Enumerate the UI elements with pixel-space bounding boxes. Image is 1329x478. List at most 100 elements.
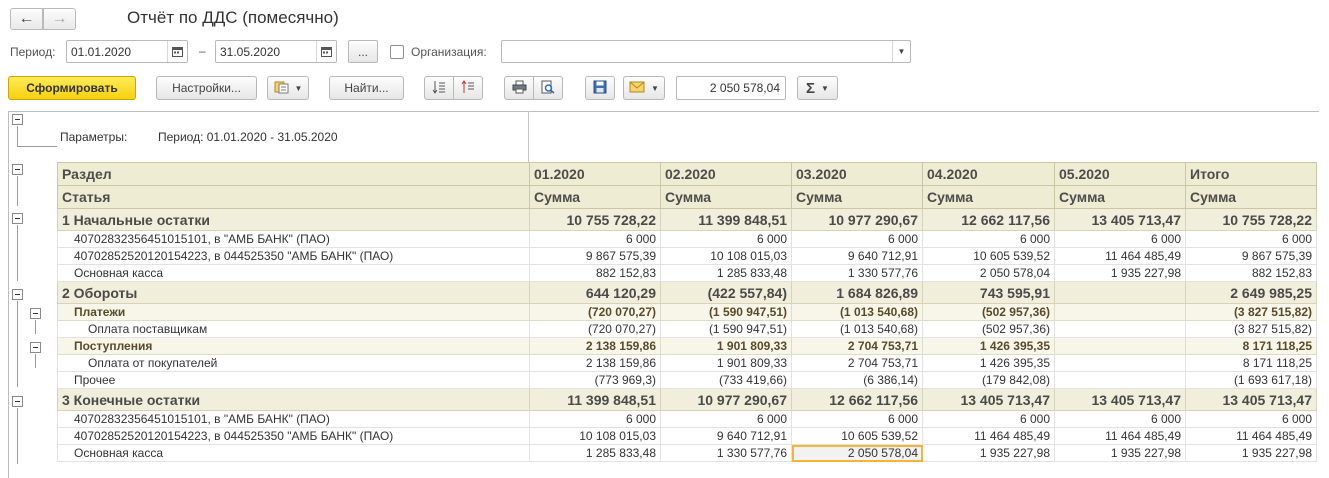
value-cell[interactable]: 1 901 809,33 xyxy=(660,337,792,355)
period-to-field[interactable]: 31.05.2020 xyxy=(215,40,337,63)
value-cell[interactable]: 12 662 117,56 xyxy=(791,388,923,411)
group-row[interactable]: Поступления 2 138 159,86 1 901 809,33 2 704… xyxy=(57,337,1317,355)
calendar-icon[interactable] xyxy=(167,41,187,62)
value-cell[interactable]: (179 842,08) xyxy=(922,371,1055,389)
value-cell[interactable]: 10 755 728,22 xyxy=(529,208,661,231)
value-cell[interactable]: (502 957,36) xyxy=(922,303,1055,321)
value-cell[interactable]: 10 108 015,03 xyxy=(529,427,661,445)
generate-button[interactable]: Сформировать xyxy=(8,76,136,100)
table-row[interactable]: 40702832356451015101, в "АМБ БАНК" (ПАО)… xyxy=(57,230,1317,248)
value-cell[interactable]: (720 070,27) xyxy=(529,303,661,321)
table-row[interactable]: Основная касса 1 285 833,48 1 330 577,76 2 … xyxy=(57,444,1317,462)
value-cell[interactable]: 1 330 577,76 xyxy=(660,444,792,462)
value-cell[interactable]: 6 000 xyxy=(660,230,792,248)
value-cell[interactable]: 2 704 753,71 xyxy=(791,337,923,355)
value-cell[interactable]: 6 000 xyxy=(791,410,923,428)
value-cell[interactable] xyxy=(1054,281,1186,304)
value-cell[interactable]: 10 755 728,22 xyxy=(1185,208,1317,231)
value-cell[interactable] xyxy=(1054,320,1186,338)
value-cell[interactable]: (1 013 540,68) xyxy=(791,320,923,338)
value-cell[interactable]: 11 464 485,49 xyxy=(922,427,1055,445)
variants-button[interactable]: ▼ xyxy=(267,76,309,100)
value-cell[interactable]: 11 399 848,51 xyxy=(529,388,661,411)
value-cell[interactable] xyxy=(1054,337,1186,355)
value-cell[interactable]: 644 120,29 xyxy=(529,281,661,304)
value-cell[interactable]: (720 070,27) xyxy=(529,320,661,338)
value-cell[interactable]: 13 405 713,47 xyxy=(1185,388,1317,411)
save-button[interactable] xyxy=(585,76,615,100)
value-cell[interactable]: (773 969,3) xyxy=(529,371,661,389)
value-cell[interactable]: 10 977 290,67 xyxy=(660,388,792,411)
value-cell[interactable]: 13 405 713,47 xyxy=(922,388,1055,411)
settings-button[interactable]: Настройки... xyxy=(156,76,257,100)
value-cell[interactable]: (6 386,14) xyxy=(791,371,923,389)
value-cell[interactable]: 9 640 712,91 xyxy=(660,427,792,445)
find-button[interactable]: Найти... xyxy=(329,76,404,100)
value-cell[interactable]: 6 000 xyxy=(529,230,661,248)
value-cell[interactable] xyxy=(1054,303,1186,321)
value-cell[interactable]: 6 000 xyxy=(660,410,792,428)
value-cell[interactable]: 882 152,83 xyxy=(529,264,661,282)
period-from-field[interactable]: 01.01.2020 xyxy=(66,40,188,63)
print-button[interactable] xyxy=(504,76,534,100)
value-cell[interactable]: (3 827 515,82) xyxy=(1185,320,1317,338)
value-cell[interactable] xyxy=(1054,354,1186,372)
value-cell[interactable]: 11 464 485,49 xyxy=(1185,427,1317,445)
section-row[interactable]: 3 Конечные остатки 11 399 848,51 10 977 29… xyxy=(57,388,1317,411)
selected-sum-field[interactable]: 2 050 578,04 xyxy=(676,76,786,100)
send-email-button[interactable]: ▼ xyxy=(623,76,665,100)
print-preview-button[interactable] xyxy=(533,76,563,100)
value-cell[interactable]: 1 285 833,48 xyxy=(660,264,792,282)
organization-field[interactable]: ▼ xyxy=(501,40,911,63)
value-cell[interactable]: 2 138 159,86 xyxy=(529,337,661,355)
period-select-button[interactable]: ... xyxy=(348,40,378,63)
value-cell[interactable]: 6 000 xyxy=(1185,410,1317,428)
value-cell[interactable]: 13 405 713,47 xyxy=(1054,208,1186,231)
value-cell[interactable]: 9 867 575,39 xyxy=(1185,247,1317,265)
value-cell[interactable]: (1 693 617,18) xyxy=(1185,371,1317,389)
value-cell[interactable]: (422 557,84) xyxy=(660,281,792,304)
table-row[interactable]: Оплата поставщикам (720 070,27) (1 590 947… xyxy=(57,320,1317,338)
collapse-receipts-toggle[interactable] xyxy=(30,342,41,353)
value-cell[interactable]: 6 000 xyxy=(791,230,923,248)
value-cell[interactable]: 13 405 713,47 xyxy=(1054,388,1186,411)
value-cell[interactable]: 6 000 xyxy=(1054,230,1186,248)
collapse-section-3-toggle[interactable] xyxy=(12,396,23,407)
sum-mode-button[interactable]: Σ ▼ xyxy=(797,76,838,100)
collapse-params-toggle[interactable] xyxy=(12,114,23,125)
back-button[interactable]: ← xyxy=(10,8,43,30)
value-cell[interactable]: 2 649 985,25 xyxy=(1185,281,1317,304)
value-cell[interactable]: 9 867 575,39 xyxy=(529,247,661,265)
value-cell[interactable]: 1 935 227,98 xyxy=(1054,444,1186,462)
value-cell[interactable]: 1 426 395,35 xyxy=(922,337,1055,355)
value-cell[interactable]: 8 171 118,25 xyxy=(1185,354,1317,372)
expand-all-button[interactable] xyxy=(424,76,454,100)
value-cell[interactable]: 6 000 xyxy=(922,410,1055,428)
value-cell[interactable]: 12 662 117,56 xyxy=(922,208,1055,231)
value-cell[interactable]: 11 464 485,49 xyxy=(1054,427,1186,445)
selected-value-cell[interactable]: 2 050 578,04 xyxy=(791,444,923,462)
value-cell[interactable]: 6 000 xyxy=(922,230,1055,248)
chevron-down-icon[interactable]: ▼ xyxy=(892,41,910,62)
value-cell[interactable]: 1 935 227,98 xyxy=(1054,264,1186,282)
value-cell[interactable]: (1 013 540,68) xyxy=(791,303,923,321)
value-cell[interactable]: 2 050 578,04 xyxy=(922,264,1055,282)
collapse-header-toggle[interactable] xyxy=(12,164,23,175)
table-row[interactable]: 40702852520120154223, в 044525350 "АМБ Б… xyxy=(57,247,1317,265)
value-cell[interactable]: 1 935 227,98 xyxy=(922,444,1055,462)
value-cell[interactable]: 1 684 826,89 xyxy=(791,281,923,304)
value-cell[interactable]: 10 605 539,52 xyxy=(922,247,1055,265)
value-cell[interactable]: (502 957,36) xyxy=(922,320,1055,338)
value-cell[interactable]: 10 108 015,03 xyxy=(660,247,792,265)
table-row[interactable]: Основная касса 882 152,83 1 285 833,48 1 33… xyxy=(57,264,1317,282)
value-cell[interactable]: 10 977 290,67 xyxy=(791,208,923,231)
collapse-section-2-toggle[interactable] xyxy=(12,289,23,300)
table-row[interactable]: Прочее (773 969,3) (733 419,66) (6 386,14)(… xyxy=(57,371,1317,389)
value-cell[interactable]: 1 285 833,48 xyxy=(529,444,661,462)
calendar-icon[interactable] xyxy=(316,41,336,62)
value-cell[interactable]: (3 827 515,82) xyxy=(1185,303,1317,321)
value-cell[interactable]: 6 000 xyxy=(529,410,661,428)
value-cell[interactable]: 11 464 485,49 xyxy=(1054,247,1186,265)
table-row[interactable]: 40702852520120154223, в 044525350 "АМБ Б… xyxy=(57,427,1317,445)
value-cell[interactable]: (733 419,66) xyxy=(660,371,792,389)
